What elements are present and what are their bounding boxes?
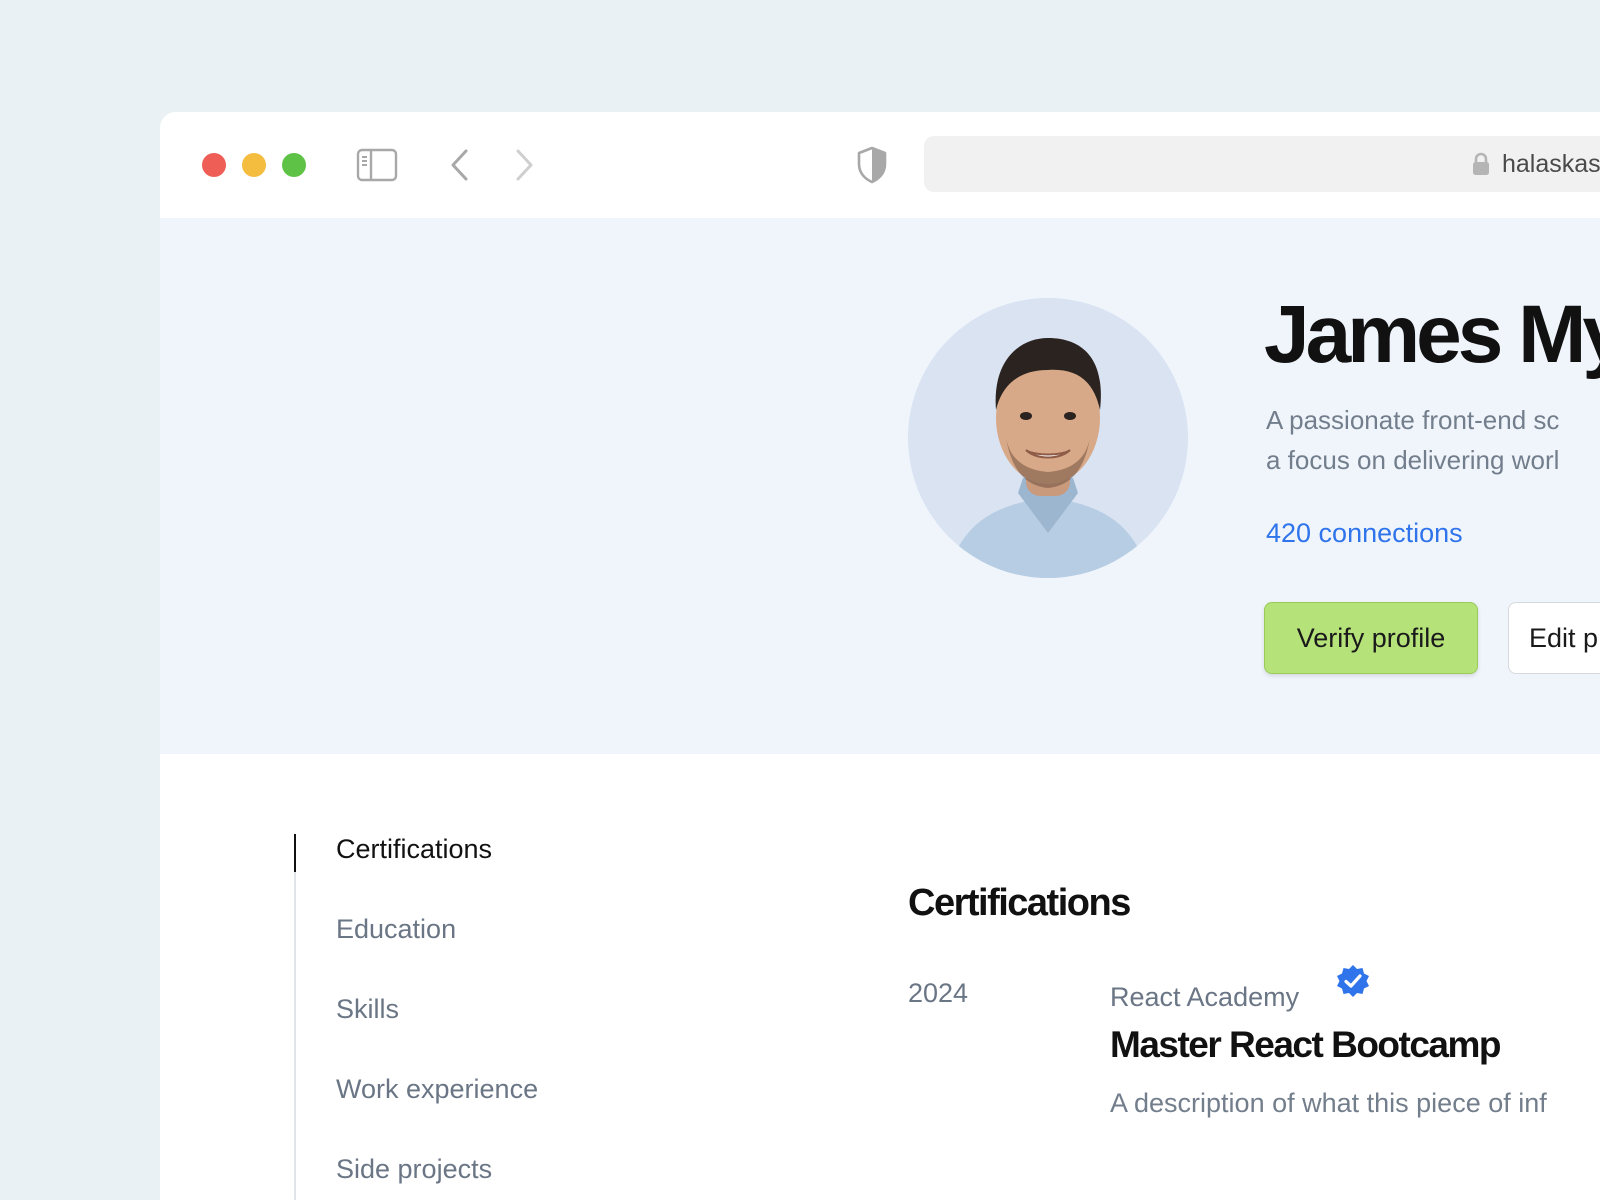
avatar-portrait-image <box>948 338 1148 578</box>
lock-icon <box>1473 152 1489 175</box>
chevron-right-icon[interactable] <box>512 148 536 182</box>
certification-issuer: React Academy <box>1110 982 1300 1012</box>
verified-badge-icon <box>1337 965 1369 997</box>
url-text: halaskastudio.com <box>1502 150 1600 178</box>
maximize-window-button[interactable] <box>282 153 306 177</box>
connections-link[interactable]: 420 connections <box>1266 518 1463 549</box>
profile-name: James My <box>1264 289 1600 380</box>
bio-line: a focus on delivering worl <box>1266 445 1560 475</box>
address-bar[interactable]: halaskastudio.com <box>924 136 1600 192</box>
browser-window: halaskastudio.com James My A passionate … <box>160 112 1600 1200</box>
bio-line: A passionate front-end sc <box>1266 405 1560 435</box>
edit-profile-button[interactable]: Edit p <box>1508 602 1600 674</box>
nav-item-side-projects[interactable]: Side projects <box>336 1154 492 1185</box>
nav-item-work-experience[interactable]: Work experience <box>336 1074 538 1105</box>
section-title: Certifications <box>908 882 1131 924</box>
shield-icon[interactable] <box>856 146 888 184</box>
chevron-left-icon[interactable] <box>448 148 472 182</box>
nav-item-certifications[interactable]: Certifications <box>336 834 492 865</box>
sidebar-toggle-icon[interactable] <box>356 148 398 182</box>
profile-header: James My A passionate front-end sc a foc… <box>160 218 1600 754</box>
section-nav: Certifications Education Skills Work exp… <box>294 834 696 1200</box>
avatar <box>908 298 1188 578</box>
nav-item-education[interactable]: Education <box>336 914 456 945</box>
browser-toolbar: halaskastudio.com <box>160 112 1600 218</box>
nav-item-skills[interactable]: Skills <box>336 994 399 1025</box>
profile-bio: A passionate front-end sc a focus on del… <box>1266 400 1600 480</box>
certification-title: Master React Bootcamp <box>1110 1024 1502 1065</box>
close-window-button[interactable] <box>202 153 226 177</box>
certification-year: 2024 <box>908 978 969 1008</box>
minimize-window-button[interactable] <box>242 153 266 177</box>
certification-description: A description of what this piece of inf <box>1110 1088 1547 1118</box>
verify-profile-button[interactable]: Verify profile <box>1264 602 1478 674</box>
active-nav-indicator <box>294 834 296 872</box>
